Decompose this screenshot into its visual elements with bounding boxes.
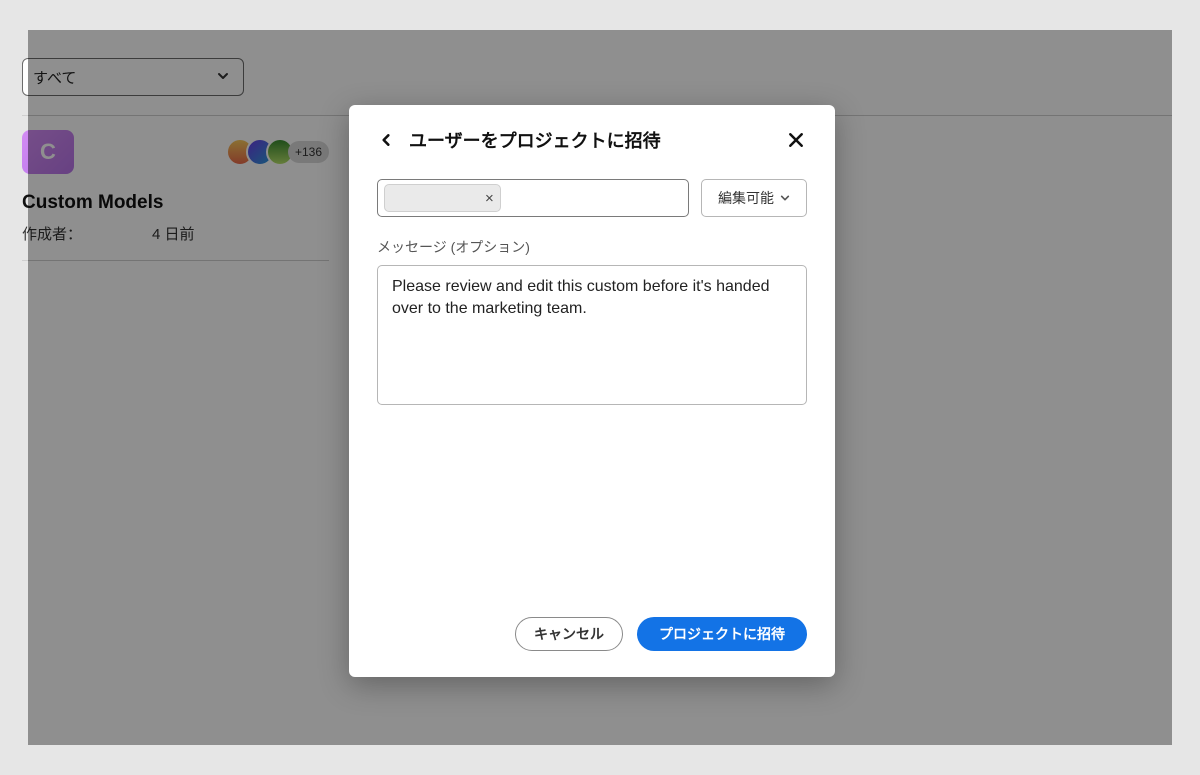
chip-remove-button[interactable]: × [485,191,494,206]
invite-row: × 編集可能 [377,179,807,217]
invitee-input[interactable]: × [377,179,689,217]
message-textarea[interactable] [377,265,807,405]
message-label: メッセージ (オプション) [377,237,807,257]
back-button[interactable] [377,131,395,149]
modal-header: ユーザーをプロジェクトに招待 [377,127,807,153]
modal-footer: キャンセル プロジェクトに招待 [377,617,807,655]
permission-selected-value: 編集可能 [718,188,774,208]
invitee-chip: × [384,184,501,212]
invite-button[interactable]: プロジェクトに招待 [637,617,807,651]
chevron-left-icon [379,133,393,147]
invite-modal: ユーザーをプロジェクトに招待 × 編集可能 メッセージ (オプション) キャンセ… [349,105,835,677]
close-button[interactable] [785,129,807,151]
modal-title: ユーザーをプロジェクトに招待 [409,127,661,153]
permission-select[interactable]: 編集可能 [701,179,807,217]
close-icon [788,132,804,148]
cancel-button[interactable]: キャンセル [515,617,623,651]
invitee-name-redacted [391,191,479,205]
chevron-down-icon [780,193,790,203]
